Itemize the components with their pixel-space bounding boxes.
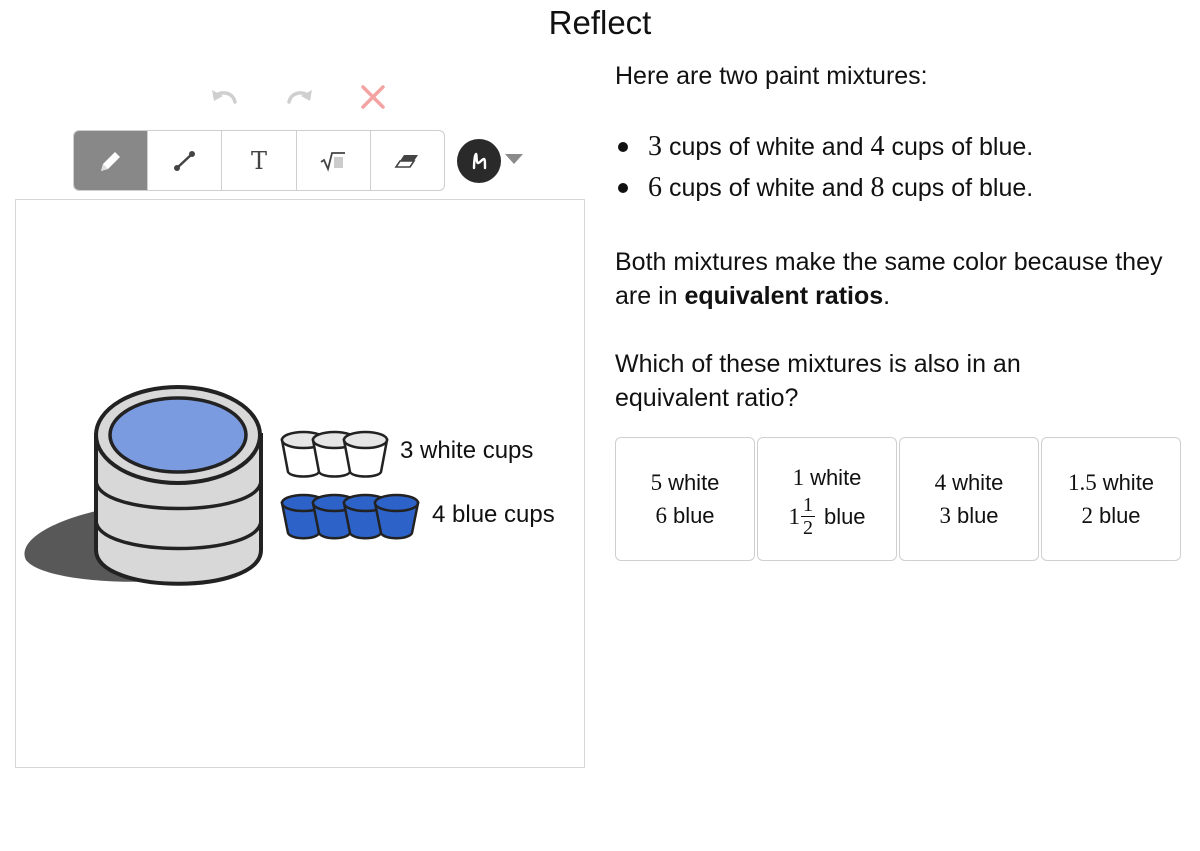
choice-blue-amount: 3: [939, 503, 951, 528]
mixture-white-amount: 6: [648, 172, 662, 203]
bullet-dot: [618, 142, 628, 152]
choice-white-amount: 5: [650, 470, 663, 495]
blue-cups: [280, 493, 420, 540]
choice-blue-whole: 1: [788, 504, 800, 529]
undo-icon[interactable]: [208, 80, 242, 114]
caret-down-icon[interactable]: [505, 154, 523, 164]
pencil-icon: [100, 151, 120, 171]
choice-white-label: white: [952, 470, 1004, 495]
pen-tool-button[interactable]: [74, 131, 149, 190]
math-icon: [320, 151, 346, 172]
choice-card[interactable]: 1.5 white 2 blue: [1041, 437, 1181, 561]
equivalent-ratios-term: equivalent ratios: [684, 282, 884, 310]
choice-blue-fraction: 1 2: [800, 494, 815, 539]
math-tool-button[interactable]: [297, 131, 371, 190]
white-cups-label: 3 white cups: [400, 437, 534, 464]
choice-card[interactable]: 4 white 3 blue: [899, 437, 1039, 561]
eraser-tool-button[interactable]: [371, 131, 444, 190]
drawing-toolbar: T: [73, 130, 445, 191]
mixture-blue-amount: 8: [870, 172, 885, 203]
explanation-end: .: [883, 282, 891, 310]
line-icon: [173, 150, 195, 171]
choice-white-label: white: [810, 465, 862, 490]
blue-cups-label: 4 blue cups: [432, 501, 555, 528]
bullet-dot: [618, 183, 628, 193]
choice-white-label: white: [668, 470, 720, 495]
intro-text: Here are two paint mixtures:: [615, 62, 928, 90]
color-picker-button[interactable]: [457, 139, 501, 183]
answer-choices: 5 white 6 blue 1 white 1 1 2 blue 4 white 3b…: [615, 437, 1181, 561]
redo-icon[interactable]: [282, 80, 316, 114]
choice-blue-amount: 2: [1081, 503, 1093, 528]
choice-card[interactable]: 5 white 6 blue: [615, 437, 755, 561]
drawing-canvas[interactable]: 3 white cups 4 blue cups: [15, 199, 585, 768]
close-icon[interactable]: [356, 80, 390, 114]
choice-white-amount: 1: [792, 465, 805, 490]
choice-blue-label: blue: [956, 503, 999, 528]
fraction-denominator: 2: [802, 517, 813, 539]
choice-white-amount: 4: [934, 470, 947, 495]
question-text: Which of these mixtures is also in an eq…: [615, 350, 1021, 412]
fraction-numerator: 1: [802, 494, 813, 516]
page-title: Reflect: [548, 4, 652, 41]
white-cups: [280, 430, 389, 478]
mixture-blue-amount: 4: [870, 131, 885, 162]
pen-stroke-icon: [472, 152, 487, 170]
bucket-paint: [108, 396, 248, 474]
choice-card[interactable]: 1 white 1 1 2 blue: [757, 437, 897, 561]
line-tool-button[interactable]: [148, 131, 223, 190]
mixture-white-text: cups of white and: [668, 174, 864, 202]
text-tool-icon: T: [251, 146, 268, 175]
choice-white-label: white: [1102, 470, 1155, 495]
choice-blue-label: blue: [1098, 503, 1141, 528]
eraser-icon: [394, 154, 419, 168]
mixture-blue-text: cups of blue.: [891, 133, 1034, 161]
choice-blue-label: blue: [672, 503, 715, 528]
explanation-text: Both mixtures make the same color becaus…: [615, 245, 1175, 313]
mixture-blue-text: cups of blue.: [891, 174, 1034, 202]
paint-illustration: [24, 385, 420, 586]
choice-blue-label: blue: [823, 504, 866, 529]
mixture-white-text: cups of white and: [668, 133, 864, 161]
choice-white-amount: 1.5: [1067, 470, 1097, 495]
text-tool-button[interactable]: T: [222, 131, 297, 190]
mixture-white-amount: 3: [648, 131, 662, 162]
choice-blue-amount: 6: [655, 503, 667, 528]
